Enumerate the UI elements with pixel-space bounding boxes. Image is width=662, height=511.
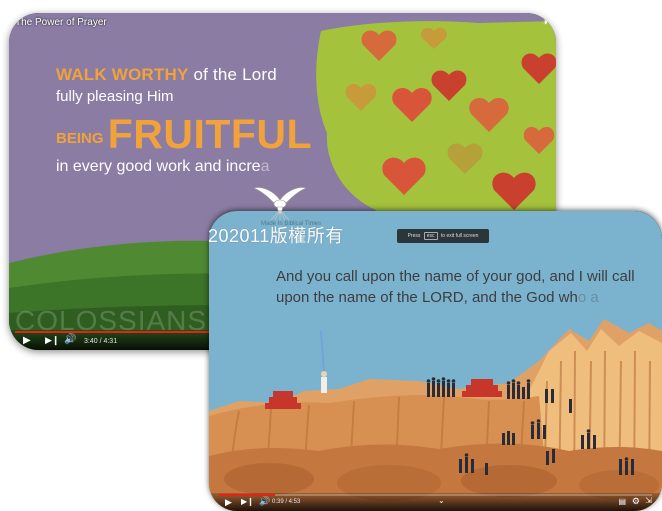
- verse-text: in every good work and incre: [56, 158, 261, 175]
- time-display: 3:40 / 4:31: [84, 338, 118, 345]
- info-icon[interactable]: ◑: [541, 16, 548, 28]
- player-controls: ▶ ▶❙ 🔊 0:39 / 4:53 ⌄ ▤ ⚙ ⇲: [209, 493, 662, 511]
- video-player-front[interactable]: Made In Biblical Times Press esc to exit…: [209, 211, 662, 511]
- toast-text: to exit full screen: [440, 233, 479, 239]
- subtitles-icon[interactable]: ▤: [618, 497, 626, 506]
- fullscreen-toast: Press esc to exit full screen: [397, 229, 489, 243]
- caption-line-1: And you call upon the name of your god, …: [276, 268, 635, 285]
- caption-line-2: upon the name of the LORD, and the God w…: [276, 287, 636, 308]
- scripture-caption: And you call upon the name of your god, …: [276, 266, 636, 308]
- caption-fade: o a: [577, 289, 599, 306]
- gear-icon[interactable]: ⚙: [632, 496, 640, 507]
- toast-key: esc: [423, 232, 438, 240]
- verse-being: BEING: [56, 130, 108, 147]
- volume-icon[interactable]: 🔊: [64, 334, 76, 345]
- volume-icon[interactable]: 🔊: [259, 496, 270, 507]
- play-icon[interactable]: ▶: [225, 497, 232, 508]
- time-display: 0:39 / 4:53: [272, 499, 301, 505]
- chevron-down-icon[interactable]: ⌄: [438, 496, 445, 505]
- caption-text: upon the name of the LORD, and the God w…: [276, 289, 578, 306]
- next-icon[interactable]: ▶❙: [45, 335, 59, 346]
- progress-bar[interactable]: [219, 494, 652, 496]
- play-icon[interactable]: ▶: [23, 335, 31, 346]
- dove-logo: [253, 187, 307, 220]
- verse-line-2: fully pleasing Him: [56, 88, 174, 105]
- verse-line-4: in every good work and increa: [56, 158, 269, 176]
- verse-fruitful: FRUITFUL: [107, 111, 313, 157]
- fullscreen-exit-icon[interactable]: ⇲: [645, 496, 652, 505]
- next-icon[interactable]: ▶❙: [241, 497, 254, 506]
- toast-text: Press: [407, 233, 421, 239]
- video-title: The Power of Prayer: [15, 17, 107, 28]
- verse-text: of the Lord: [188, 65, 277, 84]
- verse-line-1: WALK WORTHY of the Lord: [56, 65, 277, 85]
- verse-fade: a: [260, 158, 270, 175]
- verse-line-3: BEING FRUITFUL: [56, 111, 312, 158]
- video-frame-scene: [209, 211, 662, 511]
- watermark-text: 202011版權所有: [208, 226, 344, 246]
- verse-emphasis: WALK WORTHY: [56, 65, 189, 84]
